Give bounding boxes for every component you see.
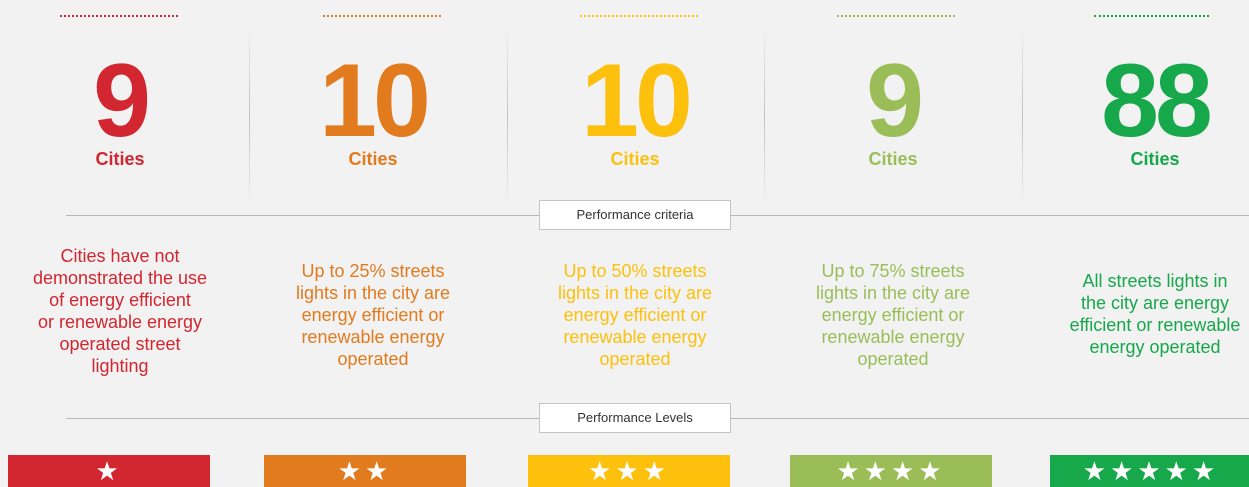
city-count-unit: Cities bbox=[610, 149, 660, 169]
city-count: 9 bbox=[866, 43, 924, 159]
star-rating-5: ★★★★★ bbox=[1050, 455, 1249, 487]
criteria-description: Cities have not demonstrated the use of … bbox=[32, 246, 208, 376]
criteria-description: Up to 25% streets lights in the city are… bbox=[295, 261, 451, 369]
dotted-divider bbox=[323, 15, 441, 17]
city-count: 10 bbox=[581, 43, 693, 159]
column-separator bbox=[507, 22, 508, 210]
level-1-column: 9 Cities Cities have not demonstrated th… bbox=[0, 0, 240, 487]
dotted-divider bbox=[580, 15, 698, 17]
city-count: 9 bbox=[93, 43, 151, 159]
performance-levels-label: Performance Levels bbox=[539, 403, 731, 433]
city-count-unit: Cities bbox=[868, 149, 918, 169]
city-count-unit: Cities bbox=[348, 149, 398, 169]
dotted-divider bbox=[1094, 15, 1209, 17]
column-separator bbox=[249, 22, 250, 210]
level-2-column: 10 Cities Up to 25% streets lights in th… bbox=[253, 0, 493, 487]
level-5-column: 88 Cities All streets lights in the city… bbox=[1022, 0, 1249, 487]
star-rating-2: ★★ bbox=[264, 455, 466, 487]
criteria-description: All streets lights in the city are energ… bbox=[1069, 271, 1241, 357]
star-rating-4: ★★★★ bbox=[790, 455, 992, 487]
criteria-description: Up to 75% streets lights in the city are… bbox=[815, 261, 971, 369]
city-count: 10 bbox=[319, 43, 431, 159]
level-4-column: 9 Cities Up to 75% streets lights in the… bbox=[773, 0, 1013, 487]
dotted-divider bbox=[837, 15, 955, 17]
city-count: 88 bbox=[1101, 43, 1213, 159]
city-count-unit: Cities bbox=[95, 149, 145, 169]
city-count-unit: Cities bbox=[1130, 149, 1180, 169]
criteria-description: Up to 50% streets lights in the city are… bbox=[557, 261, 713, 369]
star-rating-3: ★★★ bbox=[528, 455, 730, 487]
column-separator bbox=[764, 22, 765, 210]
star-rating-1: ★ bbox=[8, 455, 210, 487]
performance-criteria-label: Performance criteria bbox=[539, 200, 731, 230]
dotted-divider bbox=[60, 15, 178, 17]
